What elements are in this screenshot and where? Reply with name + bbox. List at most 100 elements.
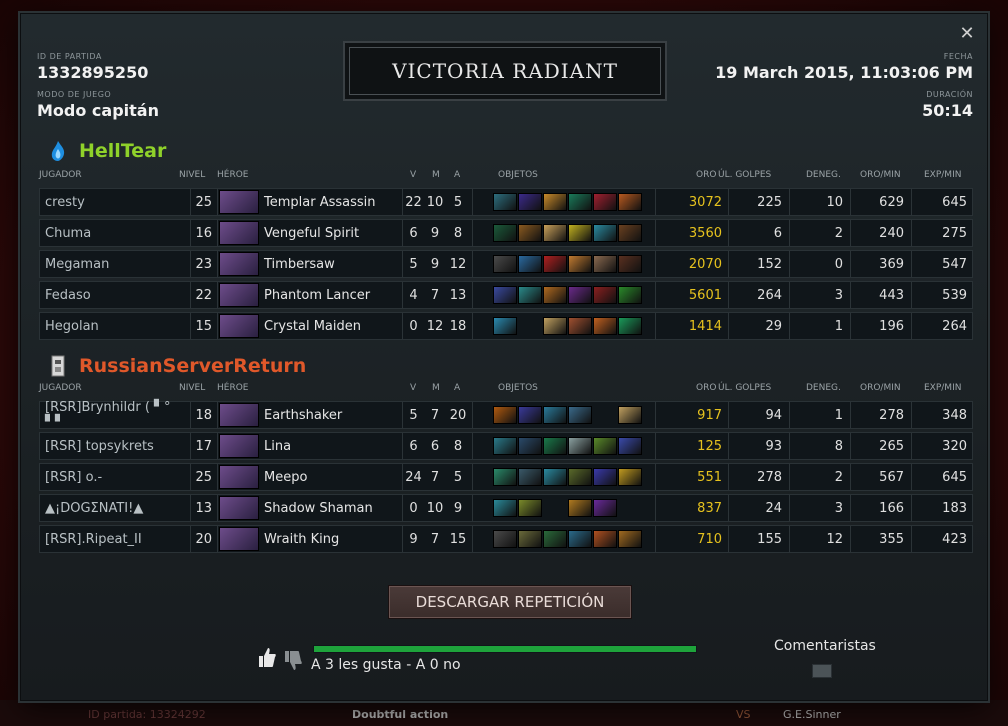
item-icon[interactable]	[543, 530, 567, 548]
item-icon[interactable]	[618, 255, 642, 273]
player-name[interactable]: Chuma	[40, 220, 190, 246]
hero-cell[interactable]: Meepo	[217, 464, 401, 490]
item-icon[interactable]	[518, 406, 542, 424]
item-icon[interactable]	[593, 317, 617, 335]
item-icon[interactable]	[618, 317, 642, 335]
item-icon[interactable]	[493, 406, 517, 424]
player-row[interactable]: Hegolan 15 Crystal Maiden 0 12 18 1414 29 1 196 26…	[39, 312, 973, 340]
close-icon[interactable]: ✕	[959, 25, 975, 43]
item-icon[interactable]	[493, 317, 517, 335]
thumbs-up-icon[interactable]	[257, 646, 277, 673]
item-icon[interactable]	[518, 499, 542, 517]
player-name[interactable]: Fedaso	[40, 282, 190, 308]
player-row[interactable]: Megaman 23 Timbersaw 5 9 12 2070 152 0 369 547	[39, 250, 973, 278]
player-row[interactable]: [RSR].Ripeat_II 20 Wraith King 9 7 15 710 155 12…	[39, 525, 973, 553]
item-icon[interactable]	[593, 468, 617, 486]
player-name[interactable]: [RSR] o.-	[40, 464, 190, 490]
player-name[interactable]: Hegolan	[40, 313, 190, 339]
hero-cell[interactable]: Lina	[217, 433, 401, 459]
hero-cell[interactable]: Crystal Maiden	[217, 313, 401, 339]
hero-portrait[interactable]	[219, 434, 259, 458]
item-icon[interactable]	[618, 437, 642, 455]
item-icon[interactable]	[543, 317, 567, 335]
item-icon[interactable]	[543, 286, 567, 304]
player-name[interactable]: cresty	[40, 189, 190, 215]
item-icon[interactable]	[593, 193, 617, 211]
item-icon[interactable]	[493, 286, 517, 304]
item-icon[interactable]	[568, 193, 592, 211]
item-icon[interactable]	[518, 437, 542, 455]
hero-portrait[interactable]	[219, 403, 259, 427]
item-icon[interactable]	[518, 193, 542, 211]
item-icon[interactable]	[518, 468, 542, 486]
item-icon[interactable]	[493, 224, 517, 242]
hero-cell[interactable]: Templar Assassin	[217, 189, 401, 215]
item-icon[interactable]	[543, 406, 567, 424]
item-icon[interactable]	[568, 499, 592, 517]
item-icon[interactable]	[543, 468, 567, 486]
item-icon[interactable]	[593, 437, 617, 455]
item-icon[interactable]	[543, 224, 567, 242]
item-icon[interactable]	[568, 406, 592, 424]
hero-cell[interactable]: Timbersaw	[217, 251, 401, 277]
player-row[interactable]: Fedaso 22 Phantom Lancer 4 7 13 5601 264 3 443 539	[39, 281, 973, 309]
item-icon[interactable]	[593, 224, 617, 242]
item-icon[interactable]	[518, 224, 542, 242]
item-icon[interactable]	[543, 437, 567, 455]
player-row[interactable]: [RSR] o.- 25 Meepo 24 7 5 551 278 2 567 645	[39, 463, 973, 491]
hero-portrait[interactable]	[219, 465, 259, 489]
hero-portrait[interactable]	[219, 252, 259, 276]
download-replay-button[interactable]: DESCARGAR REPETICIÓN	[389, 586, 631, 618]
item-icon[interactable]	[493, 468, 517, 486]
item-icon[interactable]	[618, 224, 642, 242]
item-icon[interactable]	[568, 224, 592, 242]
player-name[interactable]: [RSR] topsykrets	[40, 433, 190, 459]
thumbs-down-icon[interactable]	[283, 650, 303, 677]
item-icon[interactable]	[618, 406, 642, 424]
player-name[interactable]: [RSR]Brynhildr ( ▘° ▘▘	[40, 400, 190, 430]
item-icon[interactable]	[568, 437, 592, 455]
player-row[interactable]: ▲¡DOGΣNATI!▲ 13 Shadow Shaman 0 10 9 837 24 3 166…	[39, 494, 973, 522]
hero-portrait[interactable]	[219, 283, 259, 307]
hero-portrait[interactable]	[219, 527, 259, 551]
item-icon[interactable]	[493, 255, 517, 273]
team-name[interactable]: RussianServerReturn	[79, 355, 306, 377]
hero-portrait[interactable]	[219, 314, 259, 338]
player-name[interactable]: Megaman	[40, 251, 190, 277]
item-icon[interactable]	[493, 499, 517, 517]
player-row[interactable]: cresty 25 Templar Assassin 22 10 5 3072 225 10 62…	[39, 188, 973, 216]
hero-cell[interactable]: Shadow Shaman	[217, 495, 401, 521]
item-icon[interactable]	[518, 530, 542, 548]
commentator-icon[interactable]	[812, 664, 832, 678]
item-icon[interactable]	[618, 286, 642, 304]
item-icon[interactable]	[568, 468, 592, 486]
item-icon[interactable]	[568, 530, 592, 548]
item-icon[interactable]	[543, 255, 567, 273]
player-row[interactable]: [RSR] topsykrets 17 Lina 6 6 8 125 93 8 265 320	[39, 432, 973, 460]
item-icon[interactable]	[518, 286, 542, 304]
item-icon[interactable]	[593, 530, 617, 548]
item-icon[interactable]	[568, 255, 592, 273]
hero-portrait[interactable]	[219, 190, 259, 214]
item-icon[interactable]	[493, 193, 517, 211]
hero-cell[interactable]: Phantom Lancer	[217, 282, 401, 308]
item-icon[interactable]	[618, 530, 642, 548]
player-row[interactable]: [RSR]Brynhildr ( ▘° ▘▘ 18 Earthshaker 5 7 20 9…	[39, 400, 973, 430]
item-icon[interactable]	[593, 286, 617, 304]
item-icon[interactable]	[568, 286, 592, 304]
team-name[interactable]: HellTear	[79, 140, 166, 162]
item-icon[interactable]	[593, 255, 617, 273]
hero-portrait[interactable]	[219, 496, 259, 520]
item-icon[interactable]	[618, 468, 642, 486]
hero-cell[interactable]: Wraith King	[217, 526, 401, 552]
item-icon[interactable]	[493, 530, 517, 548]
item-icon[interactable]	[593, 499, 617, 517]
player-row[interactable]: Chuma 16 Vengeful Spirit 6 9 8 3560 6 2 240 275	[39, 219, 973, 247]
item-icon[interactable]	[568, 317, 592, 335]
item-icon[interactable]	[618, 193, 642, 211]
item-icon[interactable]	[518, 255, 542, 273]
player-name[interactable]: [RSR].Ripeat_II	[40, 526, 190, 552]
player-name[interactable]: ▲¡DOGΣNATI!▲	[40, 495, 190, 521]
hero-portrait[interactable]	[219, 221, 259, 245]
hero-cell[interactable]: Earthshaker	[217, 402, 401, 428]
